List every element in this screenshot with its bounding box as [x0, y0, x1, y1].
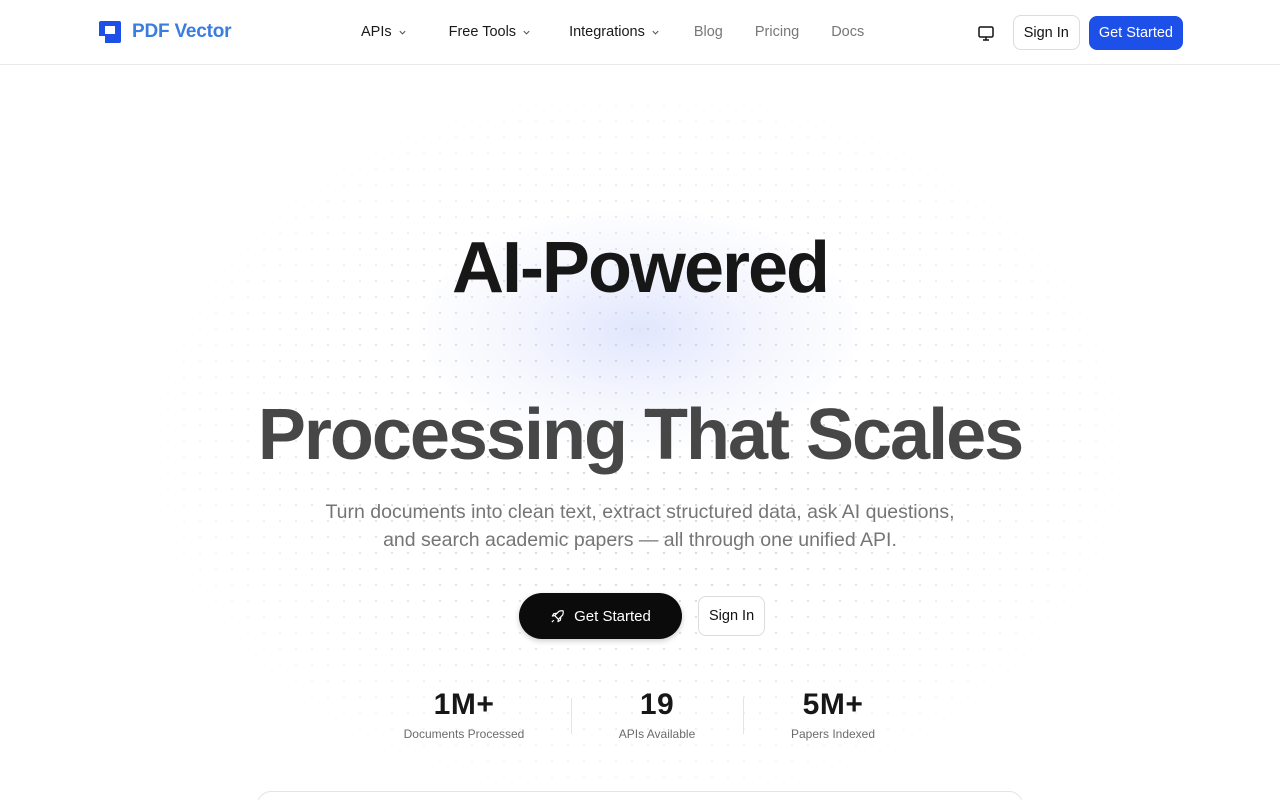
chevron-down-icon [523, 30, 530, 35]
stat-value: 5M+ [802, 688, 864, 721]
stat-documents: 1M+ Documents Processed [390, 686, 538, 741]
monitor-icon[interactable] [977, 24, 995, 42]
stats-row: 1M+ Documents Processed 19 APIs Availabl… [0, 686, 1280, 746]
nav-actions: Sign In Get Started [977, 15, 1183, 50]
chevron-down-icon [399, 30, 406, 35]
stat-divider [571, 698, 572, 734]
stat-value: 19 [639, 688, 675, 721]
hero-title-line1: AI-Powered [451, 228, 830, 308]
pdf-vector-logo-icon [99, 21, 121, 43]
top-nav: PDF Vector APIs Free Tools Integrations … [0, 0, 1280, 65]
hero-sign-in-button[interactable]: Sign In [698, 596, 766, 636]
hero-subtitle: Turn documents into clean text, extract … [325, 501, 955, 551]
nav-apis[interactable]: APIs [361, 24, 407, 40]
brand-logo[interactable]: PDF Vector [97, 19, 232, 45]
nav-blog[interactable]: Blog [694, 24, 723, 40]
main-menu: APIs Free Tools Integrations Blog Pricin… [361, 0, 896, 64]
nav-docs-label: Docs [831, 24, 865, 40]
get-started-button[interactable]: Get Started [1088, 15, 1183, 50]
stat-papers: 5M+ Papers Indexed [776, 686, 890, 741]
sign-in-button[interactable]: Sign In [1012, 15, 1080, 50]
preview-card-edge [257, 791, 1023, 800]
brand-name: PDF Vector [132, 21, 232, 42]
stat-label: Documents Processed [403, 727, 525, 741]
hero-get-started-label: Get Started [574, 607, 651, 625]
nav-integrations-label: Integrations [569, 24, 645, 40]
nav-free-tools[interactable]: Free Tools [449, 24, 531, 40]
hero-get-started-button[interactable]: Get Started [519, 593, 682, 639]
nav-docs[interactable]: Docs [831, 24, 864, 40]
nav-integrations[interactable]: Integrations [569, 24, 660, 40]
stat-value: 1M+ [433, 688, 495, 721]
stat-label: APIs Available [618, 727, 696, 741]
nav-blog-label: Blog [693, 24, 723, 40]
hero-title-line2: Processing That Scales [257, 395, 1024, 475]
hero-cta-row: Get Started Sign In [519, 593, 766, 639]
nav-pricing-label: Pricing [754, 24, 800, 40]
nav-apis-label: APIs [361, 24, 392, 40]
stat-divider [743, 698, 744, 734]
stat-apis: 19 APIs Available [600, 686, 714, 741]
nav-pricing[interactable]: Pricing [755, 24, 799, 40]
nav-free-tools-label: Free Tools [448, 24, 517, 40]
rocket-icon [551, 609, 564, 623]
chevron-down-icon [652, 30, 659, 35]
stat-label: Papers Indexed [790, 727, 876, 741]
